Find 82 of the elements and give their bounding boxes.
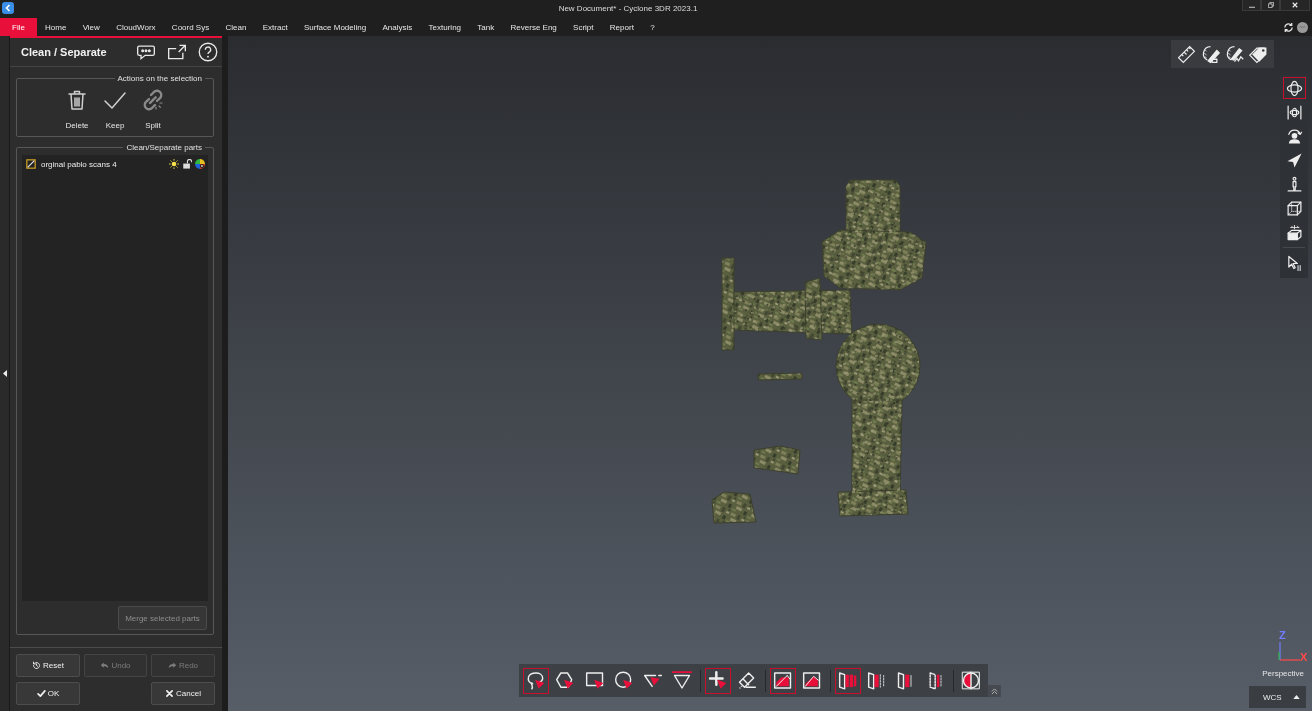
ok-button[interactable]: OK [16,682,80,705]
file-menu-button[interactable]: File [0,18,37,36]
ribbon-tab[interactable]: Analysis [382,22,413,32]
badge-icon[interactable] [1297,21,1308,33]
layers-icon [837,670,858,691]
person-icon [1285,175,1303,193]
lock-icon[interactable] [182,159,192,169]
group-title: Clean/Separate parts [125,143,203,152]
reset-icon [32,661,42,670]
caret-up-icon [1293,695,1300,699]
panel-title: Clean / Separate [21,46,107,58]
ribbon-tab[interactable]: Script [573,22,594,32]
broken-link-icon [141,88,165,112]
ribbon-tab[interactable]: Reverse Eng [510,22,557,32]
plus-icon [708,670,729,691]
close-icon [1292,2,1298,8]
tag-icon[interactable] [1249,44,1268,64]
app-logo-icon[interactable] [2,2,14,14]
redo-icon [167,661,177,670]
ribbon-tab[interactable]: Texturing [428,22,462,32]
triangle-icon [672,670,693,691]
tool-button[interactable] [523,667,549,694]
part-name[interactable]: orginal pablo scans 4 [41,159,117,169]
ribbon-tab[interactable]: Coord Sys [171,22,210,32]
ribbon-tab[interactable]: ? [650,22,655,32]
reset-button[interactable]: Reset [16,654,80,677]
minimize-button[interactable] [1242,0,1261,11]
ribbon-tab[interactable]: Home [45,22,67,32]
ribbon-tab[interactable]: Clean [225,22,247,32]
3d-viewport[interactable]: Z X Perspective WCS [228,36,1312,711]
cancel-button[interactable]: Cancel [151,682,215,705]
ribbon-tab[interactable]: Surface Modeling [303,22,367,32]
undo-icon [100,661,110,670]
coordinate-system-button[interactable]: WCS [1249,686,1306,708]
sync-icon[interactable] [1283,21,1294,33]
cut-square-icon [772,670,793,691]
keep-button[interactable]: Keep [97,88,133,130]
group-title: Actions on the selection [116,74,203,83]
person-rotate-icon [1285,127,1303,145]
collapse-icon[interactable] [2,370,7,377]
close-button[interactable] [1280,0,1310,11]
eraser-icon [737,670,758,691]
sun-icon[interactable] [169,159,179,169]
trash-icon [65,88,89,112]
cut-square-icon [802,670,823,691]
lasso-icon [526,670,546,691]
double-chevron-icon [991,687,999,695]
delete-button[interactable]: Delete [59,88,95,130]
expand-button[interactable] [988,685,1002,697]
box-arrows-icon [1285,223,1303,241]
orbit-icon [1285,79,1303,97]
restore-icon [1267,2,1274,8]
pen-wave-icon[interactable] [1225,44,1244,64]
rectangle-icon [584,670,605,691]
pen-circle-icon[interactable] [1201,44,1220,64]
check-icon [36,689,46,698]
slashed-square-icon [26,159,36,169]
ribbon-tab[interactable]: View [82,22,100,32]
orbit-bars-icon [1285,103,1303,121]
circle-icon [613,670,634,691]
ribbon-tab[interactable]: Tank [477,22,495,32]
axis-label: Z [1279,630,1286,641]
close-icon [165,689,175,698]
tool-button[interactable] [1282,77,1306,99]
ribbon-tab[interactable]: Report [609,22,634,32]
restore-button[interactable] [1261,0,1280,11]
cursor-icon [1285,254,1303,272]
export-icon[interactable] [167,42,187,62]
ruler-icon[interactable] [1177,44,1196,64]
ribbon-tab[interactable]: CloudWorx [116,22,156,32]
help-icon[interactable] [198,42,218,62]
tool-button[interactable] [705,667,732,694]
tool-button[interactable] [769,667,796,694]
ribbon-tab[interactable]: Extract [262,22,288,32]
cube-icon [1285,199,1303,217]
half-circle-icon [961,670,982,691]
axis-label: X [1300,652,1308,663]
projection-label: Perspective [1262,669,1304,678]
tool-button[interactable] [834,667,861,694]
color-map-icon[interactable] [195,159,205,169]
window-title: New Document* - Cyclone 3DR 2023.1 [557,3,699,15]
hexagon-icon [555,670,576,691]
